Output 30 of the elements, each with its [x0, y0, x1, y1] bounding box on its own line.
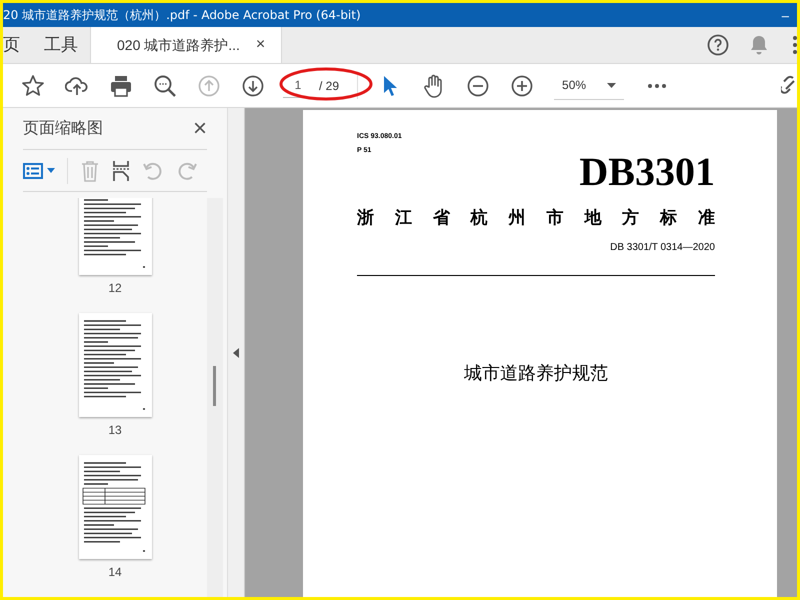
tab[interactable]: 020 城市道路养护... ×	[90, 27, 282, 63]
standard-number: DB 3301/T 0314—2020	[610, 240, 715, 254]
caret-icon	[607, 82, 616, 88]
page-number-label: 14	[108, 565, 122, 579]
tab[interactable]: 工具	[32, 27, 90, 63]
standard-code: DB3301	[579, 152, 715, 192]
thumbnail-options-icon[interactable]	[23, 162, 55, 178]
page-thumbnail[interactable]	[78, 313, 152, 417]
window-title: 20 城市道路养护规范（杭州）.pdf - Adobe Acrobat Pro (64-bit)	[3, 7, 361, 24]
tab[interactable]: 页	[3, 27, 32, 63]
document-title: 城市道路养护规范	[464, 362, 608, 386]
scrollbar[interactable]	[207, 198, 223, 597]
page-insert-icon[interactable]	[112, 160, 130, 182]
page-number-label: 13	[108, 423, 122, 437]
collapse-arrow-icon[interactable]	[233, 348, 239, 358]
close-button[interactable]: ×	[192, 116, 207, 140]
more-icon[interactable]	[648, 84, 666, 88]
panel-title: 页面缩略图	[23, 118, 103, 138]
link-icon[interactable]	[781, 74, 797, 96]
zoom-dropdown[interactable]: 50%	[554, 72, 624, 100]
issuer-name: 浙 江 省 杭 州 市 地 方 标 准	[357, 207, 715, 230]
help-icon[interactable]	[707, 34, 729, 56]
page-total: / 29	[319, 78, 340, 94]
minimize-button[interactable]: –	[774, 8, 797, 22]
kebab-icon[interactable]	[793, 35, 797, 55]
close-tab-button[interactable]: ×	[256, 37, 266, 53]
page-number-label: 12	[108, 281, 122, 295]
page-thumbnail[interactable]	[78, 198, 152, 275]
scrollbar-thumb[interactable]	[213, 366, 216, 406]
page-thumbnail[interactable]	[78, 455, 152, 559]
